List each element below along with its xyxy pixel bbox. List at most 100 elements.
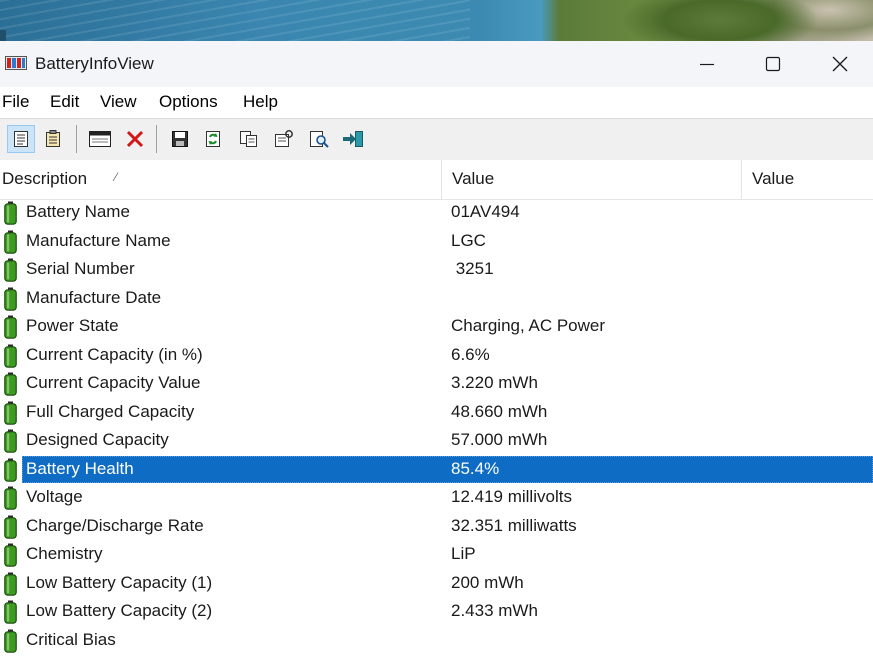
column-header-value[interactable]: Value [452, 160, 494, 199]
delete-icon [126, 130, 144, 148]
minimize-button[interactable] [674, 41, 740, 87]
list-row[interactable]: Low Battery Capacity (1) 200 mWh [0, 570, 873, 599]
window-title: BatteryInfoView [35, 54, 154, 73]
row-description: Chemistry [26, 544, 103, 563]
general-view-button[interactable] [7, 125, 35, 153]
battery-icon [4, 458, 17, 482]
toolbar-separator [76, 125, 77, 153]
maximize-button[interactable] [740, 41, 806, 87]
row-value: 32.351 milliwatts [451, 515, 577, 535]
row-value: 2.433 mWh [451, 601, 538, 620]
list-row[interactable]: Current Capacity (in %) 6.6% [0, 342, 873, 371]
exit-button[interactable] [339, 125, 367, 153]
column-divider[interactable] [741, 160, 742, 199]
row-description: Current Capacity (in %) [26, 344, 203, 364]
row-value: LGC [451, 230, 486, 250]
battery-icon [4, 287, 17, 311]
property-list: Battery Name 01AV494 Manufacture Name LGC Se… [0, 199, 873, 655]
clipboard-view-icon [46, 130, 60, 147]
row-value: 01AV494 [451, 202, 520, 221]
close-button[interactable] [807, 41, 873, 87]
title-bar[interactable]: BatteryInfoView [0, 41, 873, 87]
maximize-icon [765, 56, 781, 72]
list-row[interactable]: Power State Charging, AC Power [0, 313, 873, 342]
row-description: Charge/Discharge Rate [26, 515, 204, 535]
battery-icon [4, 401, 17, 425]
delete-button[interactable] [121, 125, 149, 153]
battery-icon [4, 486, 17, 510]
list-row[interactable]: Charge/Discharge Rate 32.351 milliwatts [0, 513, 873, 542]
list-row[interactable]: Serial Number 3251 [0, 256, 873, 285]
battery-icon [4, 315, 17, 339]
menu-edit[interactable]: Edit [50, 92, 79, 112]
save-icon [172, 131, 188, 147]
toolbar-separator [156, 125, 157, 153]
battery-icon [4, 429, 17, 453]
menu-bar: File Edit View Options Help [0, 87, 873, 118]
list-row[interactable]: Full Charged Capacity 48.660 mWh [0, 399, 873, 428]
battery-icon [4, 372, 17, 396]
row-description: Full Charged Capacity [26, 401, 195, 421]
properties-icon [275, 130, 293, 147]
row-value: Charging, AC Power [451, 316, 606, 335]
app-icon [5, 56, 27, 70]
general-view-icon [14, 131, 28, 147]
window-icon [89, 131, 111, 147]
close-icon [832, 56, 848, 72]
sort-arrow-icon: ⁄ [115, 170, 118, 184]
minimize-icon [700, 63, 714, 66]
row-description: Manufacture Date [26, 287, 162, 307]
menu-options[interactable]: Options [159, 92, 218, 112]
list-header: Description ⁄ Value Value [0, 160, 873, 200]
list-row[interactable]: Designed Capacity 57.000 mWh [0, 427, 873, 456]
list-row[interactable]: Chemistry LiP [0, 541, 873, 570]
row-description: Manufacture Name [26, 230, 171, 250]
row-value: 200 mWh [451, 572, 524, 592]
desktop-wallpaper [0, 0, 873, 41]
refresh-icon [206, 131, 220, 147]
app-window: BatteryInfoView File Edit View Options H… [0, 41, 873, 661]
find-icon [310, 131, 329, 148]
list-row[interactable]: Voltage 12.419 millivolts [0, 484, 873, 513]
column-header-description[interactable]: Description [2, 160, 87, 199]
selection-highlight [22, 455, 873, 483]
list-row[interactable]: Manufacture Name LGC [0, 228, 873, 257]
menu-file[interactable]: File [2, 92, 29, 112]
list-row[interactable]: Manufacture Date [0, 285, 873, 314]
row-value: 12.419 millivolts [451, 487, 572, 506]
battery-icon [4, 572, 17, 596]
row-description: Battery Name [26, 202, 130, 221]
row-description: Low Battery Capacity (1) [26, 572, 213, 592]
row-value: 3.220 mWh [451, 373, 538, 392]
find-button[interactable] [305, 125, 333, 153]
list-row[interactable]: Low Battery Capacity (2) 2.433 mWh [0, 598, 873, 627]
battery-icon [4, 230, 17, 254]
battery-icon [4, 258, 17, 282]
wallpaper-edge [0, 30, 6, 41]
list-row[interactable]: Current Capacity Value 3.220 mWh [0, 370, 873, 399]
row-description: Voltage [26, 487, 83, 506]
clipboard-view-button[interactable] [39, 125, 67, 153]
wallpaper-sea [0, 0, 470, 41]
menu-help[interactable]: Help [243, 92, 278, 112]
window-button[interactable] [86, 125, 114, 153]
row-description: Power State [26, 316, 119, 335]
refresh-button[interactable] [199, 125, 227, 153]
toolbar [0, 118, 873, 161]
column-header-value-2[interactable]: Value [752, 160, 794, 199]
battery-icon [4, 515, 17, 539]
list-row[interactable]: Critical Bias [0, 627, 873, 656]
list-row[interactable]: Battery Health 85.4% [0, 455, 873, 485]
battery-icon [4, 629, 17, 653]
battery-icon [4, 543, 17, 567]
row-description: Critical Bias [26, 629, 116, 649]
list-row[interactable]: Battery Name 01AV494 [0, 199, 873, 228]
copy-button[interactable] [235, 125, 263, 153]
properties-button[interactable] [270, 125, 298, 153]
column-divider[interactable] [441, 160, 442, 199]
save-button[interactable] [166, 125, 194, 153]
row-value: LiP [451, 544, 476, 563]
row-value: 48.660 mWh [451, 401, 548, 421]
menu-view[interactable]: View [100, 92, 137, 112]
row-description: Low Battery Capacity (2) [26, 601, 213, 620]
